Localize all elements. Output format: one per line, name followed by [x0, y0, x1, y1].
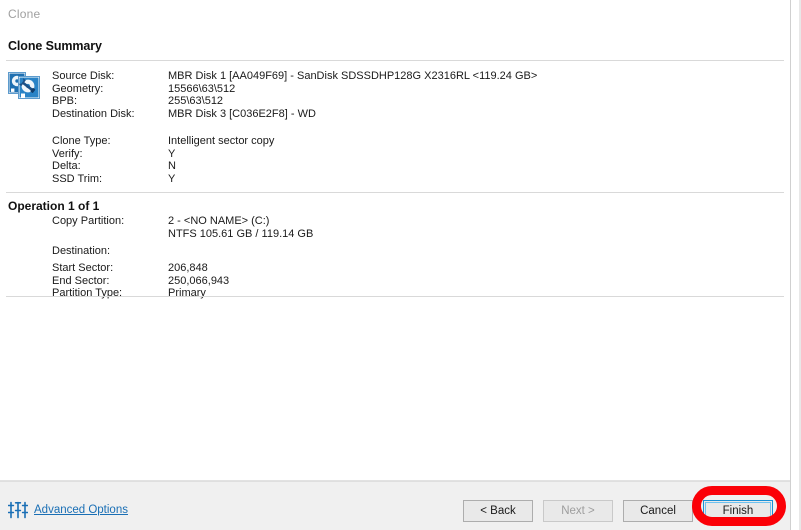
row-value: Primary — [168, 287, 206, 299]
row-value: MBR Disk 3 [C036E2F8] - WD — [168, 107, 316, 120]
row-label: End Sector: — [52, 274, 110, 287]
advanced-options-link[interactable]: Advanced Options — [34, 504, 128, 516]
row-value: 255\63\512 — [168, 95, 224, 107]
row-value: 2 - <NO NAME> (C:) — [168, 215, 270, 227]
row-value: MBR Disk 1 [AA049F69] - SanDisk SDSSDHP1… — [168, 70, 538, 82]
row-value: Y — [168, 147, 176, 160]
page-title: Clone Summary — [8, 39, 102, 53]
sliders-icon — [7, 501, 29, 519]
row-value: Y — [168, 172, 176, 185]
clone-wizard-window: Clone Clone Summary Source Disk: MBR Dis… — [0, 0, 801, 530]
row-value: NTFS 105.61 GB / 119.14 GB — [168, 227, 314, 240]
row-value: N — [168, 160, 176, 172]
row-label: Delta: — [52, 160, 81, 172]
divider-bottom — [6, 296, 784, 297]
wizard-title: Clone — [8, 7, 41, 21]
row-label: BPB: — [52, 95, 78, 107]
row-label: Destination: — [52, 245, 111, 257]
row-label: Geometry: — [52, 82, 104, 95]
disk-clone-icon — [7, 70, 41, 104]
row-value: 206,848 — [168, 262, 208, 274]
row-label: Copy Partition: — [52, 215, 125, 227]
window-right-edge — [790, 0, 791, 530]
row-value: 15566\63\512 — [168, 82, 236, 95]
row-value: 250,066,943 — [168, 274, 230, 287]
row-value: Intelligent sector copy — [168, 135, 275, 147]
row-label: Verify: — [52, 147, 83, 160]
advanced-options[interactable]: Advanced Options — [7, 500, 128, 520]
divider-operation — [6, 192, 784, 193]
finish-button[interactable]: Finish — [703, 500, 773, 522]
row-label: Clone Type: — [52, 135, 111, 147]
cancel-button[interactable]: Cancel — [623, 500, 693, 522]
row-label: Source Disk: — [52, 70, 115, 82]
row-label: Partition Type: — [52, 287, 123, 299]
back-button[interactable]: < Back — [463, 500, 533, 522]
wizard-header: Clone — [0, 0, 790, 30]
row-label: SSD Trim: — [52, 172, 103, 185]
operation-heading: Operation 1 of 1 — [8, 199, 100, 213]
row-label: Start Sector: — [52, 262, 114, 274]
divider-top — [6, 60, 784, 61]
next-button: Next > — [543, 500, 613, 522]
row-label: Destination Disk: — [52, 107, 135, 120]
